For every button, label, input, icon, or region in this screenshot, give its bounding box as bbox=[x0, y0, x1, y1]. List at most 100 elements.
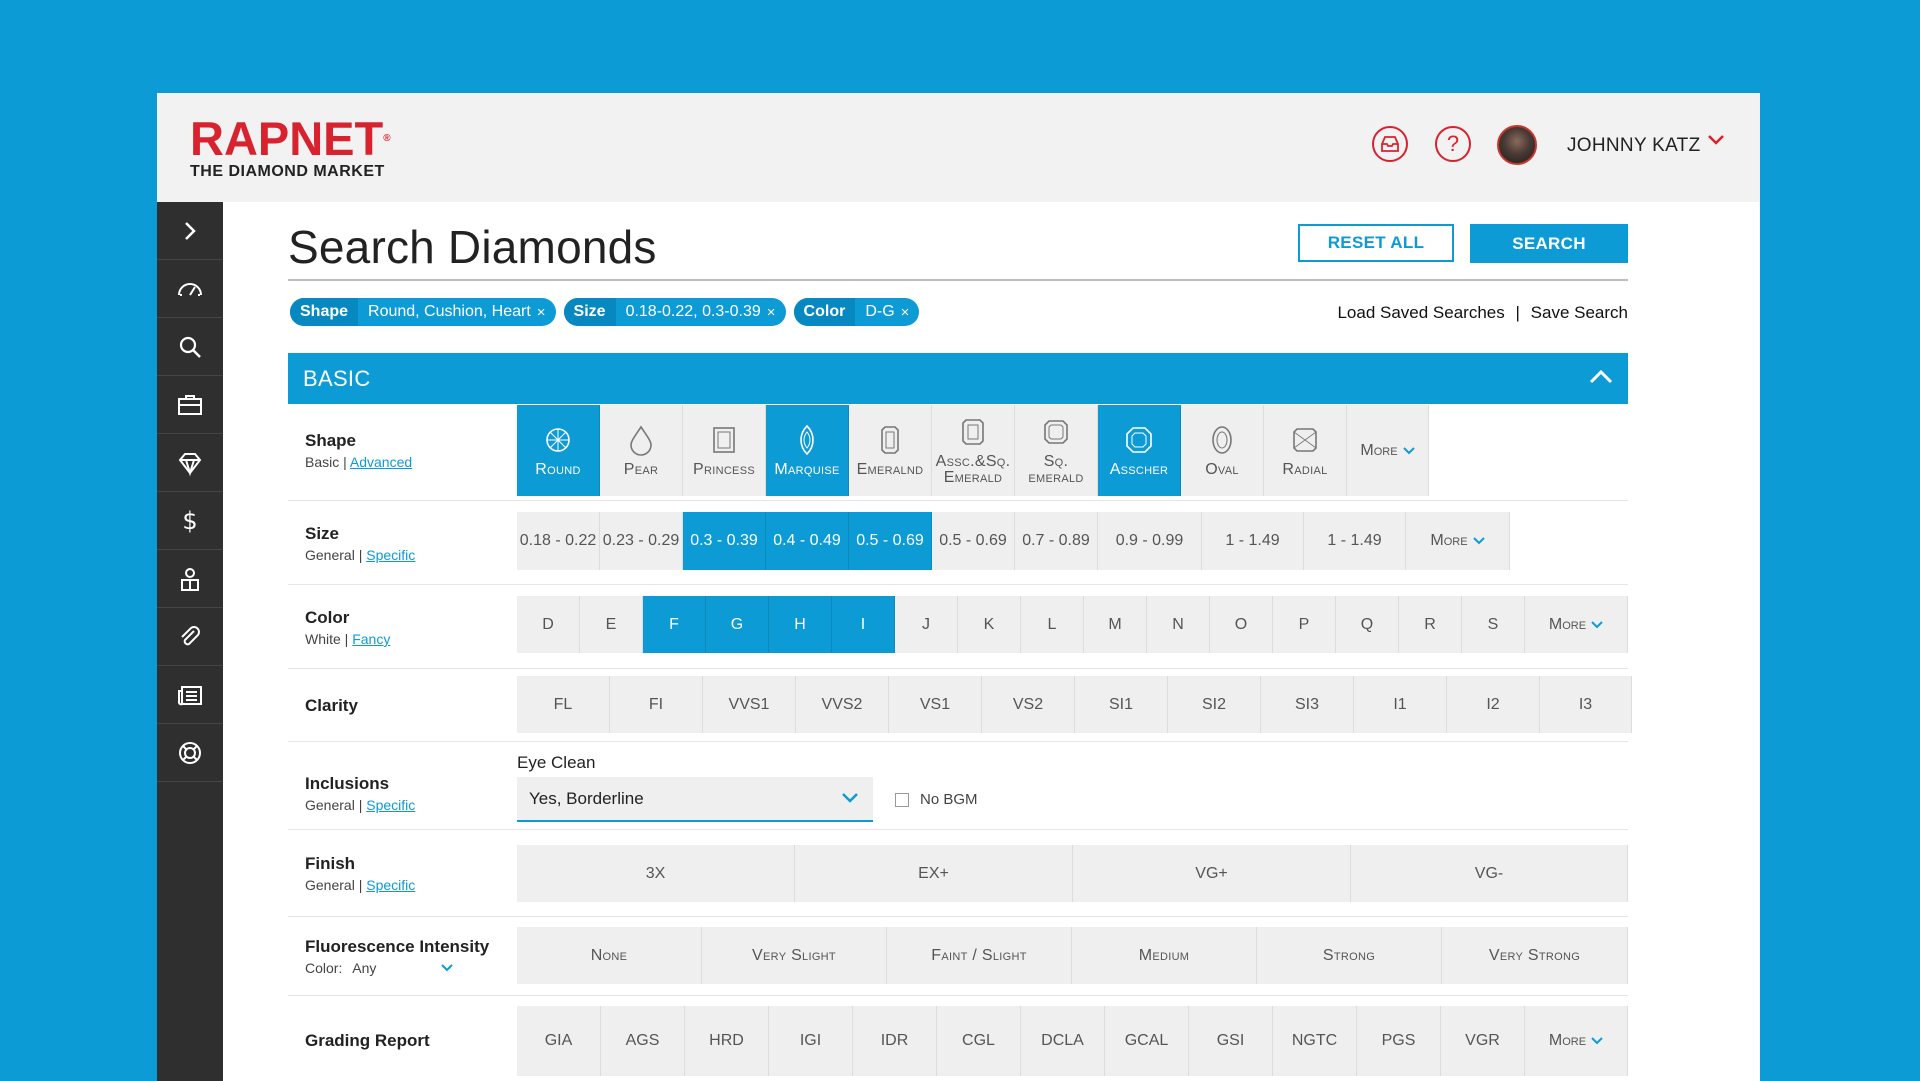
grading-option[interactable]: AGS bbox=[601, 1006, 685, 1076]
sidebar-item-diamonds[interactable] bbox=[157, 434, 223, 492]
color-option[interactable]: N bbox=[1147, 596, 1210, 653]
grading-option[interactable]: HRD bbox=[685, 1006, 769, 1076]
size-option[interactable]: 0.7 - 0.89 bbox=[1015, 512, 1098, 570]
fluorescence-option[interactable]: Medium bbox=[1072, 927, 1257, 984]
clarity-option[interactable]: FI bbox=[610, 676, 703, 733]
color-option[interactable]: G bbox=[706, 596, 769, 653]
sidebar-item-attachments[interactable] bbox=[157, 608, 223, 666]
fluorescence-option[interactable]: Very Strong bbox=[1442, 927, 1628, 984]
clarity-option[interactable]: I1 bbox=[1354, 676, 1447, 733]
clarity-option[interactable]: I2 bbox=[1447, 676, 1540, 733]
size-option[interactable]: 1 - 1.49 bbox=[1304, 512, 1406, 570]
shape-option[interactable]: Sq. emerald bbox=[1015, 405, 1098, 496]
shape-option[interactable]: Oval bbox=[1181, 405, 1264, 496]
clarity-option[interactable]: VVS1 bbox=[703, 676, 796, 733]
close-icon[interactable]: × bbox=[767, 304, 786, 321]
shape-option[interactable]: Radial bbox=[1264, 405, 1347, 496]
color-option[interactable]: S bbox=[1462, 596, 1525, 653]
avatar[interactable] bbox=[1497, 125, 1537, 165]
help-icon[interactable]: ? bbox=[1435, 126, 1471, 162]
clarity-option[interactable]: I3 bbox=[1540, 676, 1632, 733]
grading-option[interactable]: VGR bbox=[1441, 1006, 1525, 1076]
finish-option[interactable]: VG+ bbox=[1073, 845, 1351, 902]
search-button[interactable]: SEARCH bbox=[1470, 224, 1628, 263]
sub-option-specific[interactable]: Specific bbox=[366, 797, 415, 813]
sub-option-advanced[interactable]: Advanced bbox=[350, 454, 412, 470]
fluorescence-option[interactable]: None bbox=[517, 927, 702, 984]
load-saved-searches-link[interactable]: Load Saved Searches bbox=[1337, 303, 1504, 322]
sidebar-item-profile[interactable] bbox=[157, 550, 223, 608]
finish-option[interactable]: EX+ bbox=[795, 845, 1073, 902]
more-button[interactable]: More bbox=[1525, 1006, 1628, 1076]
shape-option[interactable]: Asscher bbox=[1098, 405, 1181, 496]
color-option[interactable]: Q bbox=[1336, 596, 1399, 653]
shape-option[interactable]: Pear bbox=[600, 405, 683, 496]
fluorescence-option[interactable]: Very Slight bbox=[702, 927, 887, 984]
rapnet-logo[interactable]: RAPNET® THE DIAMOND MARKET bbox=[190, 115, 391, 181]
grading-option[interactable]: GIA bbox=[517, 1006, 601, 1076]
sidebar-item-support[interactable] bbox=[157, 724, 223, 782]
size-option[interactable]: 0.4 - 0.49 bbox=[766, 512, 849, 570]
size-option[interactable]: 0.23 - 0.29 bbox=[600, 512, 683, 570]
shape-option[interactable]: Assc.&Sq. Emerald bbox=[932, 405, 1015, 496]
grading-option[interactable]: GCAL bbox=[1105, 1006, 1189, 1076]
chevron-down-icon[interactable] bbox=[1707, 133, 1725, 151]
color-option[interactable]: R bbox=[1399, 596, 1462, 653]
shape-option[interactable]: Emeralnd bbox=[849, 405, 932, 496]
chevron-down-icon[interactable] bbox=[440, 960, 454, 976]
sidebar-item-dashboard[interactable] bbox=[157, 260, 223, 318]
save-search-link[interactable]: Save Search bbox=[1531, 303, 1628, 322]
filter-chip-shape[interactable]: Shape Round, Cushion, Heart × bbox=[290, 298, 556, 326]
sub-option-specific[interactable]: Specific bbox=[366, 877, 415, 893]
no-bgm-label[interactable]: No BGM bbox=[920, 791, 978, 808]
size-option[interactable]: 0.9 - 0.99 bbox=[1098, 512, 1202, 570]
filter-chip-color[interactable]: Color D-G × bbox=[793, 298, 920, 326]
sub-option-general[interactable]: General bbox=[305, 797, 355, 813]
finish-option[interactable]: VG- bbox=[1351, 845, 1628, 902]
clarity-option[interactable]: VS1 bbox=[889, 676, 982, 733]
sub-option-specific[interactable]: Specific bbox=[366, 547, 415, 563]
color-option[interactable]: J bbox=[895, 596, 958, 653]
grading-option[interactable]: DCLA bbox=[1021, 1006, 1105, 1076]
clarity-option[interactable]: VVS2 bbox=[796, 676, 889, 733]
color-option[interactable]: L bbox=[1021, 596, 1084, 653]
more-button[interactable]: More bbox=[1347, 405, 1429, 496]
color-option[interactable]: H bbox=[769, 596, 832, 653]
clarity-option[interactable]: SI1 bbox=[1075, 676, 1168, 733]
grading-option[interactable]: IGI bbox=[769, 1006, 853, 1076]
close-icon[interactable]: × bbox=[537, 304, 556, 321]
grading-option[interactable]: CGL bbox=[937, 1006, 1021, 1076]
sidebar-item-pricing[interactable]: $ bbox=[157, 492, 223, 550]
clarity-option[interactable]: VS2 bbox=[982, 676, 1075, 733]
shape-option[interactable]: Marquise bbox=[766, 405, 849, 496]
more-button[interactable]: More bbox=[1525, 596, 1628, 653]
color-option[interactable]: P bbox=[1273, 596, 1336, 653]
size-option[interactable]: 0.18 - 0.22 bbox=[517, 512, 600, 570]
color-option[interactable]: K bbox=[958, 596, 1021, 653]
basic-section-header[interactable]: BASIC bbox=[288, 353, 1628, 404]
color-option[interactable]: E bbox=[580, 596, 643, 653]
grading-option[interactable]: IDR bbox=[853, 1006, 937, 1076]
clarity-option[interactable]: SI2 bbox=[1168, 676, 1261, 733]
size-option[interactable]: 0.5 - 0.69 bbox=[932, 512, 1015, 570]
sub-option-general[interactable]: General bbox=[305, 877, 355, 893]
color-option[interactable]: I bbox=[832, 596, 895, 653]
fluorescence-color-value[interactable]: Any bbox=[352, 960, 376, 976]
clarity-option[interactable]: SI3 bbox=[1261, 676, 1354, 733]
user-name[interactable]: JOHNNY KATZ bbox=[1567, 135, 1701, 157]
reset-all-button[interactable]: RESET ALL bbox=[1298, 224, 1454, 262]
finish-option[interactable]: 3X bbox=[517, 845, 795, 902]
shape-option[interactable]: Princess bbox=[683, 405, 766, 496]
no-bgm-checkbox[interactable] bbox=[895, 793, 909, 807]
close-icon[interactable]: × bbox=[901, 304, 920, 321]
sub-option-fancy[interactable]: Fancy bbox=[352, 631, 390, 647]
chevron-up-icon[interactable] bbox=[1588, 367, 1614, 392]
eye-clean-select[interactable]: Yes, Borderline bbox=[517, 777, 873, 822]
size-option[interactable]: 1 - 1.49 bbox=[1202, 512, 1304, 570]
color-option[interactable]: F bbox=[643, 596, 706, 653]
sidebar-item-search[interactable] bbox=[157, 318, 223, 376]
color-option[interactable]: O bbox=[1210, 596, 1273, 653]
sidebar-item-news[interactable] bbox=[157, 666, 223, 724]
sidebar-expand[interactable] bbox=[157, 202, 223, 260]
grading-option[interactable]: NGTC bbox=[1273, 1006, 1357, 1076]
